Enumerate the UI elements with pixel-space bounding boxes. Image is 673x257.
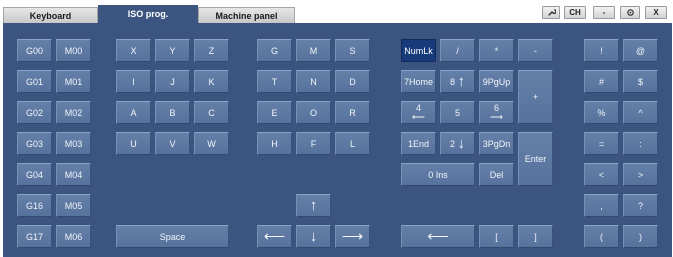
key-a[interactable]: A (116, 101, 151, 124)
key-space[interactable]: Space (116, 225, 229, 248)
key-m04[interactable]: M04 (56, 163, 91, 186)
key-o[interactable]: O (296, 101, 331, 124)
key-dollar[interactable]: $ (623, 70, 658, 93)
key-arrow-left[interactable]: ⟵ (257, 225, 292, 248)
key-arrow-down[interactable]: ↓ (296, 225, 331, 248)
key-c[interactable]: C (194, 101, 229, 124)
arrow-up-icon: ↑ (309, 197, 318, 214)
key-z[interactable]: Z (194, 39, 229, 62)
key-0-ins[interactable]: 0 Ins (401, 163, 475, 186)
key-star[interactable]: * (479, 39, 514, 62)
settings-button[interactable] (620, 6, 640, 19)
key-d[interactable]: D (335, 70, 370, 93)
key-g02[interactable]: G02 (17, 101, 52, 124)
backspace-icon: ⟵ (427, 228, 449, 245)
key-m05[interactable]: M05 (56, 194, 91, 217)
key-m01[interactable]: M01 (56, 70, 91, 93)
key-del[interactable]: Del (479, 163, 514, 186)
key-6-right[interactable]: 6 ⟶ (479, 101, 514, 124)
tab-iso-prog[interactable]: ISO prog. (98, 5, 198, 23)
key-w[interactable]: W (194, 132, 229, 155)
key-v[interactable]: V (155, 132, 190, 155)
key-j[interactable]: J (155, 70, 190, 93)
key-l[interactable]: L (335, 132, 370, 155)
key-question[interactable]: ? (623, 194, 658, 217)
tab-machine-panel[interactable]: Machine panel (198, 7, 295, 23)
key-2-label: 2 (449, 138, 455, 149)
key-8-up[interactable]: 8 ↑ (440, 70, 475, 93)
key-5[interactable]: 5 (440, 101, 475, 124)
key-right-paren[interactable]: ) (623, 225, 658, 248)
key-g17[interactable]: G17 (17, 225, 52, 248)
key-9-pgup[interactable]: 9PgUp (479, 70, 514, 93)
key-m[interactable]: M (296, 39, 331, 62)
key-h[interactable]: H (257, 132, 292, 155)
key-plus[interactable]: + (518, 70, 553, 124)
arrow-right-icon: ⟶ (341, 228, 364, 245)
key-2-down[interactable]: 2 ↓ (440, 132, 475, 155)
key-minus[interactable]: - (518, 39, 553, 62)
key-right-bracket[interactable]: ] (518, 225, 553, 248)
key-greater-than[interactable]: > (623, 163, 658, 186)
key-t[interactable]: T (257, 70, 292, 93)
key-u[interactable]: U (116, 132, 151, 155)
key-r[interactable]: R (335, 101, 370, 124)
key-m03[interactable]: M03 (56, 132, 91, 155)
arrow-left-icon: ⟵ (412, 111, 425, 122)
tab-keyboard[interactable]: Keyboard (3, 7, 98, 23)
key-m00[interactable]: M00 (56, 39, 91, 62)
key-less-than[interactable]: < (584, 163, 619, 186)
key-caret[interactable]: ^ (623, 101, 658, 124)
key-g[interactable]: G (257, 39, 292, 62)
key-i[interactable]: I (116, 70, 151, 93)
tab-bar: Keyboard ISO prog. Machine panel CH - X (0, 0, 673, 23)
key-7-home[interactable]: 7Home (401, 70, 436, 93)
arrow-down-icon: ↓ (457, 135, 466, 152)
key-b[interactable]: B (155, 101, 190, 124)
key-k[interactable]: K (194, 70, 229, 93)
key-8-label: 8 (449, 76, 455, 87)
arrow-up-icon: ↑ (457, 73, 466, 90)
language-button[interactable]: CH (564, 6, 586, 19)
close-button[interactable]: X (645, 6, 667, 19)
key-f[interactable]: F (296, 132, 331, 155)
arrow-right-icon: ⟶ (490, 111, 503, 122)
key-x[interactable]: X (116, 39, 151, 62)
key-g01[interactable]: G01 (17, 70, 52, 93)
key-g00[interactable]: G00 (17, 39, 52, 62)
arrow-down-icon: ↓ (309, 228, 318, 245)
key-g03[interactable]: G03 (17, 132, 52, 155)
key-comma[interactable]: , (584, 194, 619, 217)
wrench-icon (547, 9, 556, 16)
key-arrow-right[interactable]: ⟶ (335, 225, 370, 248)
key-exclamation[interactable]: ! (584, 39, 619, 62)
key-numlk[interactable]: NumLk (401, 39, 436, 62)
minimize-button[interactable]: - (593, 6, 615, 19)
key-percent[interactable]: % (584, 101, 619, 124)
key-m02[interactable]: M02 (56, 101, 91, 124)
key-left-paren[interactable]: ( (584, 225, 619, 248)
key-y[interactable]: Y (155, 39, 190, 62)
key-1-end[interactable]: 1End (401, 132, 436, 155)
key-slash[interactable]: / (440, 39, 475, 62)
key-m06[interactable]: M06 (56, 225, 91, 248)
key-g04[interactable]: G04 (17, 163, 52, 186)
key-e[interactable]: E (257, 101, 292, 124)
key-left-bracket[interactable]: [ (479, 225, 514, 248)
key-colon[interactable]: : (623, 132, 658, 155)
gear-icon (626, 9, 634, 16)
key-equals[interactable]: = (584, 132, 619, 155)
key-arrow-up[interactable]: ↑ (296, 194, 331, 217)
key-n[interactable]: N (296, 70, 331, 93)
key-g16[interactable]: G16 (17, 194, 52, 217)
key-3-pgdn[interactable]: 3PgDn (479, 132, 514, 155)
key-hash[interactable]: # (584, 70, 619, 93)
key-backspace[interactable]: ⟵ (401, 225, 475, 248)
key-enter[interactable]: Enter (518, 132, 553, 186)
key-4-left[interactable]: 4 ⟵ (401, 101, 436, 124)
key-s[interactable]: S (335, 39, 370, 62)
wrench-button[interactable] (542, 6, 560, 19)
key-at[interactable]: @ (623, 39, 658, 62)
arrow-left-icon: ⟵ (263, 228, 286, 245)
